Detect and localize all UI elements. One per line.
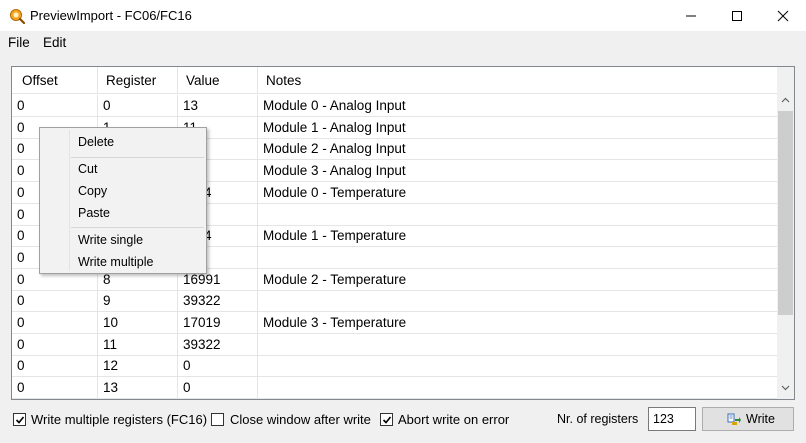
menu-bar: File Edit (0, 31, 806, 56)
table-row[interactable]: 0 12 0 (12, 355, 777, 378)
table-row[interactable]: 0 13 0 (12, 377, 777, 399)
app-icon (10, 9, 25, 24)
cell-register[interactable]: 0 (98, 95, 178, 116)
cell-value[interactable]: 13 (178, 95, 258, 116)
cell-value[interactable]: 0 (178, 355, 258, 377)
cell-notes[interactable] (258, 204, 777, 225)
menu-file[interactable]: File (8, 35, 30, 50)
context-item-paste[interactable]: Paste (78, 206, 110, 220)
context-menu-separator (71, 227, 204, 228)
write-multiple-label[interactable]: Write multiple registers (FC16) (31, 412, 207, 427)
cell-offset[interactable]: 0 (12, 95, 98, 116)
cell-register[interactable]: 9 (98, 290, 178, 312)
cell-notes[interactable] (258, 355, 777, 376)
minimize-icon (686, 15, 696, 17)
menu-edit[interactable]: Edit (43, 35, 66, 50)
window-title: PreviewImport - FC06/FC16 (30, 8, 192, 23)
context-item-write-single[interactable]: Write single (78, 233, 143, 247)
context-menu-gutter (69, 130, 70, 271)
cell-notes[interactable]: Module 1 - Temperature (258, 225, 777, 246)
cell-register[interactable]: 10 (98, 312, 178, 333)
bottom-toolbar: Write multiple registers (FC16) Close wi… (0, 400, 806, 443)
close-after-write-checkbox[interactable] (211, 413, 224, 426)
table-row[interactable]: 0 0 13 Module 0 - Analog Input (12, 95, 777, 117)
cell-offset[interactable]: 0 (12, 312, 98, 333)
maximize-button[interactable] (714, 0, 760, 31)
scroll-down-icon[interactable] (781, 385, 790, 391)
cell-value[interactable]: 39322 (178, 290, 258, 312)
cell-notes[interactable]: Module 3 - Temperature (258, 312, 777, 333)
cell-register[interactable]: 13 (98, 377, 178, 399)
checkmark-icon (382, 416, 392, 424)
checkmark-icon (15, 416, 25, 424)
cell-offset[interactable]: 0 (12, 355, 98, 377)
cell-notes[interactable] (258, 377, 777, 398)
cell-notes[interactable] (258, 334, 777, 355)
cell-notes[interactable]: Module 0 - Temperature (258, 182, 777, 203)
cell-register[interactable]: 12 (98, 355, 178, 377)
scroll-up-icon[interactable] (781, 97, 790, 103)
vertical-scrollbar[interactable] (777, 67, 794, 399)
write-icon (727, 413, 741, 425)
cell-value[interactable]: 0 (178, 377, 258, 399)
cell-offset[interactable]: 0 (12, 377, 98, 399)
column-header-value[interactable]: Value (178, 67, 258, 94)
cell-notes[interactable]: Module 2 - Analog Input (258, 138, 777, 159)
cell-notes[interactable]: Module 3 - Analog Input (258, 160, 777, 181)
cell-value[interactable]: 39322 (178, 333, 258, 355)
minimize-button[interactable] (668, 0, 714, 31)
cell-offset[interactable]: 0 (12, 333, 98, 355)
write-multiple-checkbox[interactable] (13, 413, 26, 426)
cell-offset[interactable]: 0 (12, 290, 98, 312)
table-row[interactable]: 0 11 39322 (12, 333, 777, 356)
cell-value[interactable]: 17019 (178, 312, 258, 333)
table-row[interactable]: 0 10 17019 Module 3 - Temperature (12, 312, 777, 334)
cell-notes[interactable]: Module 2 - Temperature (258, 269, 777, 290)
abort-on-error-checkbox[interactable] (380, 413, 393, 426)
abort-on-error-label[interactable]: Abort write on error (398, 412, 509, 427)
context-menu: Delete Cut Copy Paste Write single Write… (39, 127, 207, 274)
maximize-icon (732, 11, 742, 21)
write-button[interactable]: Write (702, 407, 794, 431)
close-icon (777, 10, 789, 22)
context-item-write-multiple[interactable]: Write multiple (78, 255, 153, 269)
cell-notes[interactable] (258, 247, 777, 268)
context-item-copy[interactable]: Copy (78, 184, 107, 198)
table-row[interactable]: 0 9 39322 (12, 290, 777, 313)
nr-registers-label: Nr. of registers (557, 412, 639, 426)
grid-header: Offset Register Value Notes (12, 67, 777, 95)
column-header-notes[interactable]: Notes (258, 67, 777, 94)
column-header-offset[interactable]: Offset (12, 67, 98, 94)
column-header-register[interactable]: Register (98, 67, 178, 94)
cell-notes[interactable] (258, 290, 777, 311)
cell-notes[interactable]: Module 1 - Analog Input (258, 117, 777, 138)
cell-notes[interactable]: Module 0 - Analog Input (258, 95, 777, 116)
title-bar: PreviewImport - FC06/FC16 (0, 0, 806, 31)
context-item-delete[interactable]: Delete (78, 135, 114, 149)
context-item-cut[interactable]: Cut (78, 162, 97, 176)
close-button[interactable] (760, 0, 806, 31)
scrollbar-thumb[interactable] (778, 111, 793, 315)
context-menu-separator (71, 157, 204, 158)
close-after-write-label[interactable]: Close window after write (230, 412, 371, 427)
nr-registers-input[interactable] (648, 407, 696, 431)
write-button-label: Write (746, 412, 775, 426)
cell-register[interactable]: 11 (98, 333, 178, 355)
